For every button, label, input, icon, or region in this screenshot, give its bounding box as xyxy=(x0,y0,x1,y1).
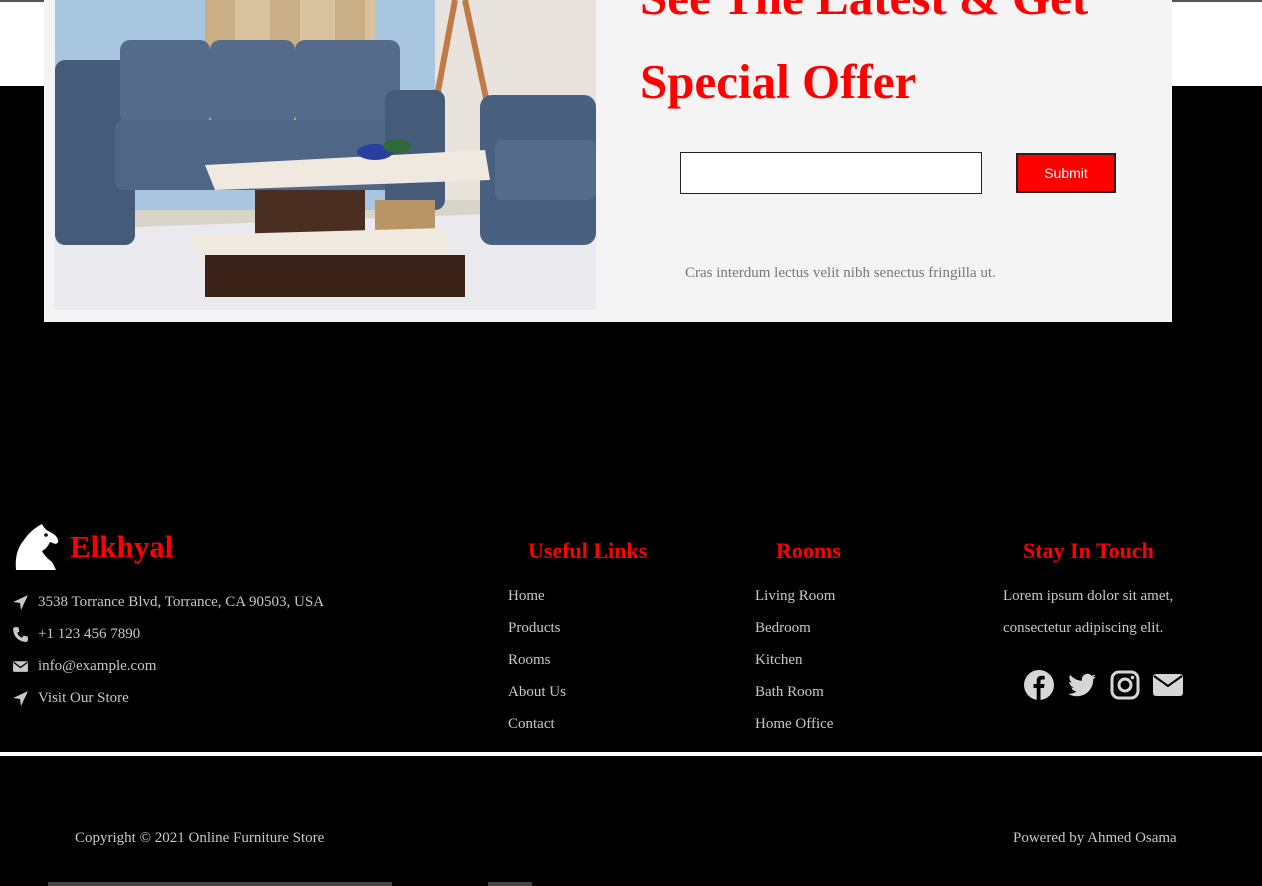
footer-link-contact[interactable]: Contact xyxy=(508,708,566,740)
footer-divider xyxy=(0,752,1262,756)
room-link-home-office[interactable]: Home Office xyxy=(755,708,835,740)
social-links xyxy=(1023,669,1195,701)
contact-email: info@example.com xyxy=(12,650,324,682)
newsletter-email-input[interactable] xyxy=(680,152,982,194)
useful-links-title: Useful Links xyxy=(528,538,648,563)
room-link-bath-room[interactable]: Bath Room xyxy=(755,676,835,708)
powered-by-text: Powered by Ahmed Osama xyxy=(1013,830,1177,846)
email-link[interactable] xyxy=(1152,669,1184,701)
envelope-icon xyxy=(13,660,28,672)
footer-brand[interactable]: Elkhyal xyxy=(12,522,173,572)
horse-head-logo-icon xyxy=(15,524,59,570)
horizontal-scrollbar-thumb[interactable] xyxy=(488,882,532,886)
contact-phone: +1 123 456 7890 xyxy=(12,618,324,650)
rooms-list: Living Room Bedroom Kitchen Bath Room Ho… xyxy=(755,580,835,740)
footer-link-products[interactable]: Products xyxy=(508,612,566,644)
useful-links-list: Home Products Rooms About Us Contact xyxy=(508,580,566,740)
room-link-living-room[interactable]: Living Room xyxy=(755,580,835,612)
promo-heading-line2: Special Offer xyxy=(640,54,917,109)
footer-link-about-us[interactable]: About Us xyxy=(508,676,566,708)
footer-link-rooms[interactable]: Rooms xyxy=(508,644,566,676)
facebook-link[interactable] xyxy=(1023,669,1055,701)
sofa-living-room-image xyxy=(55,0,596,310)
twitter-icon xyxy=(1068,673,1096,697)
promo-section: See The Latest & Get Special Offer Submi… xyxy=(44,0,1172,322)
facebook-icon xyxy=(1024,670,1054,700)
visit-store-link[interactable]: Visit Our Store xyxy=(38,690,129,707)
contact-address: 3538 Torrance Blvd, Torrance, CA 90503, … xyxy=(12,586,324,618)
twitter-link[interactable] xyxy=(1066,669,1098,701)
phone-icon xyxy=(13,626,28,642)
contact-address-text: 3538 Torrance Blvd, Torrance, CA 90503, … xyxy=(38,593,325,610)
instagram-link[interactable] xyxy=(1109,669,1141,701)
room-link-bedroom[interactable]: Bedroom xyxy=(755,612,835,644)
contact-visit-store[interactable]: Visit Our Store xyxy=(12,682,324,714)
promo-heading-line1: See The Latest & Get xyxy=(640,0,1088,25)
location-arrow-icon xyxy=(13,690,28,706)
room-link-kitchen[interactable]: Kitchen xyxy=(755,644,835,676)
promo-heading: See The Latest & Get Special Offer xyxy=(640,0,1160,124)
promo-note: Cras interdum lectus velit nibh senectus… xyxy=(685,265,996,281)
stay-in-touch-text: Lorem ipsum dolor sit amet, consectetur … xyxy=(1003,588,1174,636)
footer-link-home[interactable]: Home xyxy=(508,580,566,612)
copyright-text: Copyright © 2021 Online Furniture Store xyxy=(75,830,325,846)
instagram-icon xyxy=(1110,670,1140,700)
envelope-icon xyxy=(1153,674,1183,696)
horizontal-scrollbar[interactable] xyxy=(48,882,392,886)
contact-email-text[interactable]: info@example.com xyxy=(38,658,156,675)
brand-name: Elkhyal xyxy=(70,529,174,564)
contact-list: 3538 Torrance Blvd, Torrance, CA 90503, … xyxy=(12,586,324,714)
contact-phone-text: +1 123 456 7890 xyxy=(38,625,141,642)
location-arrow-icon xyxy=(13,594,28,610)
rooms-title: Rooms xyxy=(776,538,841,563)
submit-button[interactable]: Submit xyxy=(1016,153,1116,193)
stay-in-touch-title: Stay In Touch xyxy=(1023,538,1154,563)
